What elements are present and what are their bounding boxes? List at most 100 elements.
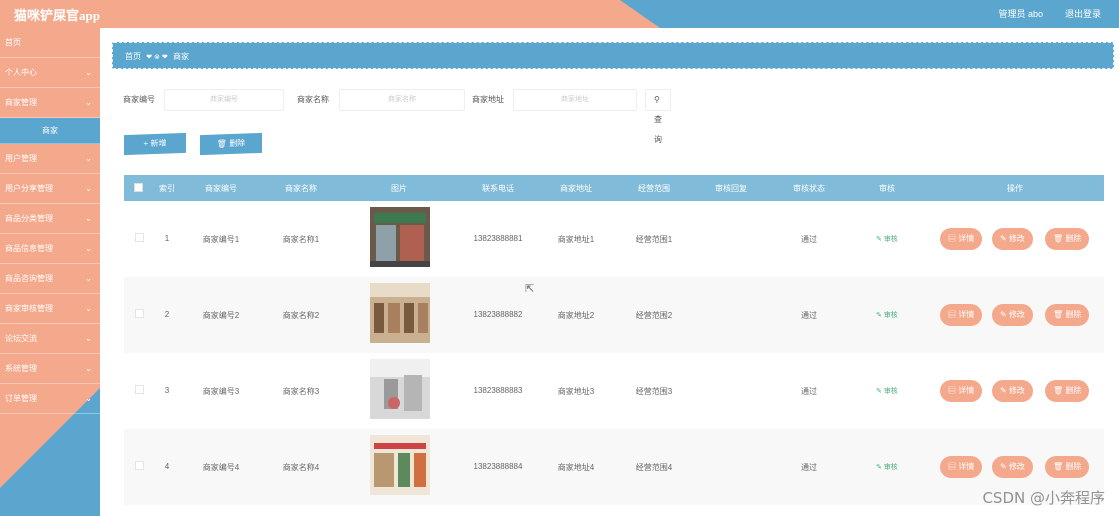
delete-button[interactable]: 🗑 删除 [1045,380,1090,402]
trash-icon: 🗑 [1053,386,1066,395]
detail-button[interactable]: ▤ 详情 [940,456,983,478]
sidebar-subitem[interactable]: 商家 [0,118,100,144]
batch-delete-button[interactable]: 🗑 删除 [200,132,262,156]
cell-scope: 经营范围1 [635,235,673,244]
table-row: 3 商家编号3 商家名称3 13823888883 商家地址3 经营范围3 通过 ✎ 审核 ▤ … [124,353,1104,429]
delete-button[interactable]: 🗑 删除 [1045,304,1090,326]
watermark: CSDN @小奔程序 [982,489,1105,507]
detail-button[interactable]: ▤ 详情 [940,228,983,250]
column-header: 操作 [1007,184,1023,193]
edit-button[interactable]: ✎ 修改 [992,380,1033,402]
sidebar-item[interactable]: 论坛交流 ⌄ [0,324,100,354]
pencil-icon: ✎ [876,464,884,471]
cell-phone: 13823888882 [473,310,523,319]
document-icon: ▤ [948,462,959,471]
breadcrumb-current: 商家 [172,52,189,61]
trash-icon: 🗑 [216,139,227,149]
sidebar-item[interactable]: 系统管理 ⌄ [0,354,100,384]
detail-button[interactable]: ▤ 详情 [940,380,983,402]
cell-scope: 经营范围2 [635,311,673,320]
merchant-image [370,207,430,267]
trash-icon: 🗑 [1053,234,1066,243]
delete-button[interactable]: 🗑 删除 [1045,456,1090,478]
chevron-down-icon: ⌄ [85,68,92,77]
cell-name: 商家名称3 [282,387,320,396]
cell-name: 商家名称1 [282,235,320,244]
edit-button[interactable]: ✎ 修改 [992,304,1033,326]
merchant-no-input[interactable]: 商家编号 [164,89,284,111]
edit-button[interactable]: ✎ 修改 [992,228,1033,250]
chevron-down-icon: ⌄ [85,184,92,193]
breadcrumb: 首页 ❤ ⊗ ❤ 商家 [112,42,1114,69]
column-header: 商家地址 [560,184,592,193]
sidebar-item-label: 首页 [5,38,21,47]
sidebar-item[interactable]: 商品信息管理 ⌄ [0,234,100,264]
chevron-down-icon: ⌄ [85,214,92,223]
sidebar-item-label: 商品分类管理 [5,214,53,223]
approve-link[interactable]: ✎ 审核 [876,234,898,244]
delete-button[interactable]: 🗑 删除 [1045,228,1090,250]
sidebar-item[interactable]: 用户管理 ⌄ [0,144,100,174]
sidebar-item-label: 订单管理 [5,394,37,403]
chevron-down-icon: ⌄ [85,334,92,343]
merchant-addr-input[interactable]: 商家地址 [513,89,637,111]
query-button[interactable]: ⚲ 查询 [645,89,671,144]
search-icon: ⚲ [654,95,660,104]
sidebar-item-label: 系统管理 [5,364,37,373]
sidebar-item[interactable]: 个人中心 ⌄ [0,58,100,88]
heart-icon: ❤ ⊗ ❤ [146,54,168,61]
pencil-icon: ✎ [876,236,884,243]
merchant-no-label: 商家编号 [123,95,155,104]
pencil-icon: ✎ [1000,462,1009,471]
cell-name: 商家名称4 [282,463,320,472]
cell-name: 商家名称2 [282,311,320,320]
sidebar-item[interactable]: 首页 [0,28,100,58]
cell-status: 通过 [801,387,817,396]
sidebar-item[interactable]: 用户分享管理 ⌄ [0,174,100,204]
pencil-icon: ✎ [1000,386,1009,395]
approve-link[interactable]: ✎ 审核 [876,310,898,320]
trash-icon: 🗑 [1053,310,1066,319]
merchant-name-input[interactable]: 商家名称 [339,89,465,111]
sidebar: 首页 个人中心 ⌄ 商家管理 ⌄ 商家 用户管理 ⌄ 用户分享管理 ⌄ 商品分类管理 ⌄ 商品信息管理 ⌄… [0,28,100,516]
logout-link[interactable]: 退出登录 [1065,7,1101,20]
column-header: 图片 [391,184,407,193]
detail-button[interactable]: ▤ 详情 [940,304,983,326]
breadcrumb-home[interactable]: 首页 [125,52,141,61]
sidebar-item-label: 商家管理 [5,98,37,107]
cell-no: 商家编号2 [202,311,240,320]
app-title: 猫咪铲屎官app [14,8,100,23]
merchant-image [370,283,430,343]
sidebar-item[interactable]: 商家审核管理 ⌄ [0,294,100,324]
sidebar-item-label: 论坛交流 [5,334,37,343]
merchant-image [370,435,430,495]
table-header: 索引 商家编号 商家名称 图片 联系电话 商家地址 经营范围 审核回复 审核状态 审核 操作 [124,175,1104,201]
chevron-down-icon: ⌄ [85,364,92,373]
column-header: 审核状态 [793,184,825,193]
chevron-down-icon: ⌄ [85,244,92,253]
cell-addr: 商家地址1 [557,235,595,244]
cell-no: 商家编号4 [202,463,240,472]
column-header: 经营范围 [638,184,670,193]
edit-button[interactable]: ✎ 修改 [992,456,1033,478]
cell-scope: 经营范围4 [635,463,673,472]
sidebar-item-label: 商家审核管理 [5,304,53,313]
table-row: 1 商家编号1 商家名称1 13823888881 商家地址1 经营范围1 通过 ✎ 审核 ▤ … [124,201,1104,277]
approve-link[interactable]: ✎ 审核 [876,386,898,396]
pencil-icon: ✎ [876,312,884,319]
add-button[interactable]: + 新增 [124,132,186,156]
sidebar-item[interactable]: 订单管理 ⌄ [0,384,100,414]
column-header: 商家名称 [285,184,317,193]
sidebar-item[interactable]: 商品分类管理 ⌄ [0,204,100,234]
top-header: 猫咪铲屎官app 管理员 abo 退出登录 [0,0,1119,28]
sidebar-item[interactable]: 商家管理 ⌄ [0,88,100,118]
sidebar-item[interactable]: 商品咨询管理 ⌄ [0,264,100,294]
approve-link[interactable]: ✎ 审核 [876,462,898,472]
cell-addr: 商家地址4 [557,463,595,472]
pencil-icon: ✎ [1000,234,1009,243]
cell-no: 商家编号1 [202,235,240,244]
cell-no: 商家编号3 [202,387,240,396]
cell-scope: 经营范围3 [635,387,673,396]
document-icon: ▤ [948,386,959,395]
table-row: 2 商家编号2 商家名称2 13823888882 商家地址2 经营范围2 通过 ✎ 审核 ▤ … [124,277,1104,353]
